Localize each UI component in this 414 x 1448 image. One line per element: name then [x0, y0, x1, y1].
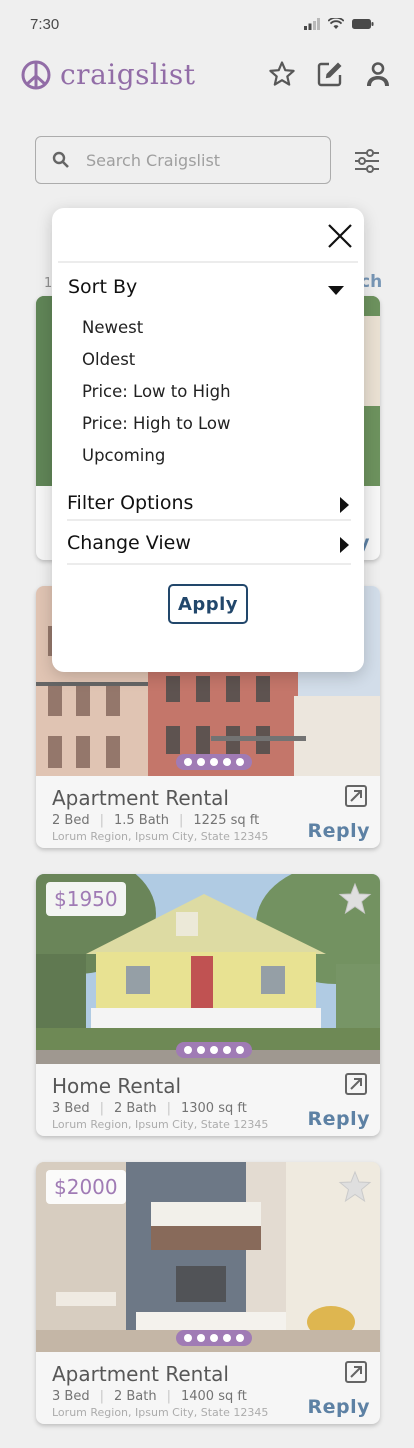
- sort-by-heading[interactable]: Sort By: [68, 276, 137, 298]
- filter-options-label: Filter Options: [67, 492, 194, 514]
- battery-icon: [352, 19, 374, 29]
- reply-link[interactable]: Reply: [307, 820, 370, 842]
- row-divider: [67, 519, 351, 521]
- wifi-icon: [328, 18, 344, 29]
- favorite-star-icon[interactable]: [338, 882, 372, 916]
- sliders-icon: [355, 149, 379, 173]
- listing-beds: 3 Bed: [52, 1101, 90, 1116]
- listing-baths: 1.5 Bath: [113, 813, 169, 828]
- edit-post-icon[interactable]: [316, 60, 344, 88]
- signal-icon: [304, 18, 320, 30]
- listing-sqft: 1300 sq ft: [180, 1101, 247, 1116]
- listing-title: Apartment Rental: [52, 1362, 229, 1386]
- listing-info: Apartment Rental 3 Bed | 2 Bath | 1400 sq …: [36, 1352, 380, 1424]
- account-icon[interactable]: [364, 60, 392, 88]
- photo-pager-dots[interactable]: [176, 754, 252, 770]
- favorites-star-icon[interactable]: [268, 60, 296, 88]
- listing-sqft: 1225 sq ft: [193, 813, 260, 828]
- reply-link[interactable]: Reply: [307, 1108, 370, 1130]
- listing-card[interactable]: $2000 Apartment Rental 3 Bed | 2 Bath | 14…: [36, 1162, 380, 1424]
- listing-sqft: 1400 sq ft: [180, 1389, 247, 1404]
- close-icon[interactable]: [326, 222, 354, 250]
- listing-beds: 3 Bed: [52, 1389, 90, 1404]
- external-link-icon[interactable]: [344, 1072, 368, 1096]
- caret-right-icon: [340, 497, 349, 513]
- search-input[interactable]: Search Craigslist: [86, 151, 220, 170]
- status-icons: [304, 18, 374, 30]
- sort-option[interactable]: Oldest: [82, 348, 231, 380]
- search-icon: [52, 151, 69, 168]
- external-link-icon[interactable]: [344, 784, 368, 808]
- search-bar[interactable]: Search Craigslist: [35, 136, 331, 184]
- sort-option[interactable]: Price: Low to High: [82, 380, 231, 412]
- sort-option[interactable]: Price: High to Low: [82, 412, 231, 444]
- filter-settings-button[interactable]: [352, 146, 382, 176]
- caret-down-icon[interactable]: [328, 286, 344, 295]
- filter-options-row[interactable]: Filter Options: [67, 492, 351, 514]
- change-view-row[interactable]: Change View: [67, 532, 351, 554]
- listing-card[interactable]: $1950 Home Rental 3 Bed | 2 Bath | 1300 sq…: [36, 874, 380, 1136]
- reply-link[interactable]: Reply: [307, 1396, 370, 1418]
- craigslist-logo[interactable]: craigslist: [20, 58, 196, 91]
- caret-right-icon: [340, 537, 349, 553]
- listing-beds: 2 Bed: [52, 813, 90, 828]
- sort-filter-modal: Sort By Newest Oldest Price: Low to High…: [52, 208, 364, 672]
- listing-title: Apartment Rental: [52, 786, 229, 810]
- row-divider: [67, 563, 351, 565]
- listing-info: Apartment Rental 2 Bed | 1.5 Bath | 1225 s…: [36, 776, 380, 848]
- status-time: 7:30: [30, 16, 60, 33]
- sort-options: Newest Oldest Price: Low to High Price: …: [82, 316, 231, 476]
- listing-price: $2000: [46, 1170, 126, 1204]
- sort-option[interactable]: Newest: [82, 316, 231, 348]
- external-link-icon[interactable]: [344, 1360, 368, 1384]
- listing-price: $1950: [46, 882, 126, 916]
- photo-pager-dots[interactable]: [176, 1042, 252, 1058]
- change-view-label: Change View: [67, 532, 191, 554]
- favorite-star-icon[interactable]: [338, 1170, 372, 1204]
- listing-info: Home Rental 3 Bed | 2 Bath | 1300 sq ft Lo…: [36, 1064, 380, 1136]
- listing-baths: 2 Bath: [113, 1389, 157, 1404]
- listing-baths: 2 Bath: [113, 1101, 157, 1116]
- listing-title: Home Rental: [52, 1074, 182, 1098]
- sort-option[interactable]: Upcoming: [82, 444, 231, 476]
- modal-divider: [58, 261, 358, 263]
- apply-button[interactable]: Apply: [168, 584, 248, 624]
- status-bar: 7:30: [0, 0, 414, 50]
- header-actions: [268, 60, 392, 88]
- photo-pager-dots[interactable]: [176, 1330, 252, 1346]
- brand-name: craigslist: [60, 58, 196, 91]
- peace-sign-icon: [21, 60, 51, 89]
